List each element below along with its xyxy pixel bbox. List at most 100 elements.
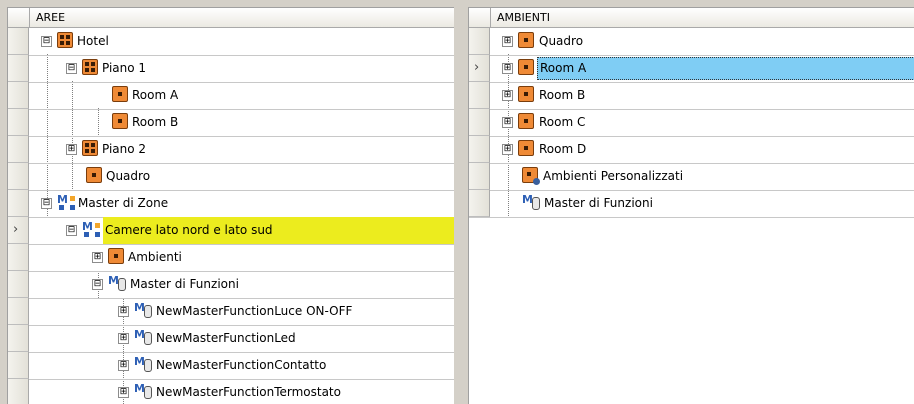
aree-tree-grid[interactable]: AREE ⊟ Hotel ⊟ Piano 1 Room A Room B ⊞ P…: [7, 7, 454, 404]
master-zone-icon: M: [82, 220, 100, 237]
current-row-indicator-icon: ›: [13, 222, 19, 237]
row-header[interactable]: [8, 379, 29, 404]
row-header[interactable]: [8, 244, 29, 271]
master-function-icon: M: [522, 193, 540, 210]
room-icon: [112, 86, 128, 102]
tree-row-label: Room D: [539, 142, 587, 156]
tree-row-camere[interactable]: › Camere lato nord e lato sud ⊟ M: [8, 217, 454, 245]
tree-row-function-termostato[interactable]: ⊞ M NewMasterFunctionTermostato: [8, 379, 454, 404]
room-icon: [108, 248, 124, 264]
row-header[interactable]: ›: [469, 55, 490, 82]
row-header[interactable]: [8, 271, 29, 298]
row-header[interactable]: [8, 28, 29, 55]
ambienti-row-quadro[interactable]: ⊞ Quadro: [469, 28, 914, 56]
custom-rooms-icon: [522, 167, 540, 185]
tree-row-hotel[interactable]: ⊟ Hotel: [8, 28, 454, 56]
tree-row-master-di-funzioni[interactable]: ⊟ M Master di Funzioni: [8, 271, 454, 299]
tree-row-room-b[interactable]: Room B: [8, 109, 454, 137]
expand-icon[interactable]: ⊞: [92, 252, 103, 263]
tree-row-room-a[interactable]: Room A: [8, 82, 454, 110]
collapse-icon[interactable]: ⊟: [92, 279, 103, 290]
tree-row-quadro[interactable]: Quadro: [8, 163, 454, 191]
row-header[interactable]: [469, 163, 490, 190]
tree-row-function-contatto[interactable]: ⊞ M NewMasterFunctionContatto: [8, 352, 454, 380]
ambienti-row-room-a[interactable]: › ⊞ Room A: [469, 55, 914, 83]
expand-icon[interactable]: ⊞: [118, 387, 129, 398]
tree-row-function-led[interactable]: ⊞ M NewMasterFunctionLed: [8, 325, 454, 353]
area-icon: [57, 32, 73, 48]
collapse-icon[interactable]: ⊟: [66, 225, 77, 236]
row-header[interactable]: [8, 82, 29, 109]
row-header[interactable]: [469, 109, 490, 136]
tree-row-label: Master di Funzioni: [130, 277, 239, 291]
master-zone-icon: M: [57, 193, 75, 210]
room-icon: [518, 59, 534, 75]
row-header[interactable]: [8, 352, 29, 379]
expand-icon[interactable]: ⊞: [502, 63, 513, 74]
row-header[interactable]: [469, 82, 490, 109]
collapse-icon[interactable]: ⊟: [41, 36, 52, 47]
row-header[interactable]: [8, 109, 29, 136]
tree-row-label: NewMasterFunctionLuce ON-OFF: [156, 304, 353, 318]
tree-row-label: Quadro: [106, 169, 151, 183]
row-header-corner: [8, 8, 30, 27]
room-icon: [86, 167, 102, 183]
ambienti-row-room-b[interactable]: ⊞ Room B: [469, 82, 914, 110]
row-header[interactable]: [8, 325, 29, 352]
row-header[interactable]: [469, 136, 490, 163]
collapse-icon[interactable]: ⊟: [41, 198, 52, 209]
ambienti-row-room-d[interactable]: ⊞ Room D: [469, 136, 914, 164]
ambienti-row-master-di-funzioni[interactable]: M Master di Funzioni: [469, 190, 914, 218]
room-icon: [518, 86, 534, 102]
tree-row-label: Piano 1: [102, 61, 147, 75]
tree-row-label: Room C: [539, 115, 586, 129]
area-icon: [82, 140, 98, 156]
ambienti-header-label: AMBIENTI: [497, 11, 550, 24]
expand-icon[interactable]: ⊞: [118, 306, 129, 317]
tree-row-ambienti[interactable]: ⊞ Ambienti: [8, 244, 454, 272]
tree-row-label: Master di Funzioni: [544, 196, 653, 210]
room-icon: [518, 113, 534, 129]
ambienti-header[interactable]: AMBIENTI: [469, 8, 914, 28]
row-header[interactable]: [8, 298, 29, 325]
room-icon: [518, 32, 534, 48]
tree-row-function-luce[interactable]: ⊞ M NewMasterFunctionLuce ON-OFF: [8, 298, 454, 326]
master-function-icon: M: [108, 274, 126, 291]
row-header[interactable]: [469, 190, 490, 217]
row-header[interactable]: ›: [8, 217, 29, 244]
tree-row-label: Ambienti: [128, 250, 182, 264]
expand-icon[interactable]: ⊞: [118, 333, 129, 344]
tree-row-piano-1[interactable]: ⊟ Piano 1: [8, 55, 454, 83]
tree-row-label-selected: Camere lato nord e lato sud: [103, 217, 454, 244]
expand-icon[interactable]: ⊞: [66, 144, 77, 155]
tree-row-label: Room B: [539, 88, 586, 102]
tree-row-master-di-zone[interactable]: ⊟ M Master di Zone: [8, 190, 454, 218]
expand-icon[interactable]: ⊞: [502, 36, 513, 47]
master-function-icon: M: [134, 301, 152, 318]
row-header[interactable]: [469, 28, 490, 55]
ambienti-row-personalizzati[interactable]: Ambienti Personalizzati: [469, 163, 914, 191]
ambienti-tree-grid[interactable]: AMBIENTI ⊞ Quadro › ⊞ Room A ⊞ Room B ⊞ …: [468, 7, 914, 404]
tree-row-label: Room A: [132, 88, 179, 102]
tree-row-piano-2[interactable]: ⊞ Piano 2: [8, 136, 454, 164]
row-header[interactable]: [8, 190, 29, 217]
ambienti-row-room-c[interactable]: ⊞ Room C: [469, 109, 914, 137]
master-function-icon: M: [134, 328, 152, 345]
area-icon: [82, 59, 98, 75]
collapse-icon[interactable]: ⊟: [66, 63, 77, 74]
tree-row-label: NewMasterFunctionLed: [156, 331, 296, 345]
row-header[interactable]: [8, 136, 29, 163]
tree-row-label: Piano 2: [102, 142, 147, 156]
master-function-icon: M: [134, 355, 152, 372]
expand-icon[interactable]: ⊞: [502, 144, 513, 155]
row-header[interactable]: [8, 163, 29, 190]
expand-icon[interactable]: ⊞: [502, 117, 513, 128]
aree-header-label: AREE: [36, 11, 66, 24]
expand-icon[interactable]: ⊞: [502, 90, 513, 101]
current-row-indicator-icon: ›: [474, 60, 480, 75]
room-icon: [112, 113, 128, 129]
aree-header[interactable]: AREE: [8, 8, 454, 28]
row-header[interactable]: [8, 55, 29, 82]
expand-icon[interactable]: ⊞: [118, 360, 129, 371]
row-header-corner: [469, 8, 491, 27]
